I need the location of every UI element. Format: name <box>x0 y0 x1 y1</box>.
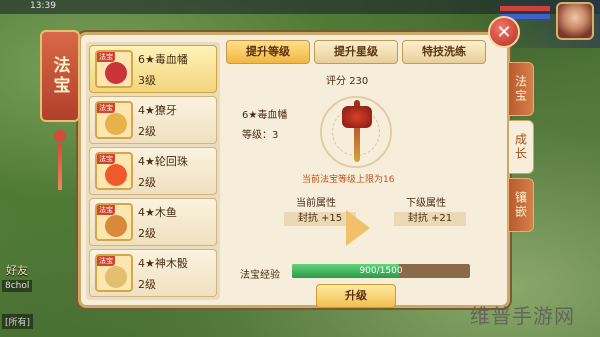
treasure-list: 法宝 6★毒血幡 3级 法宝 4★獠牙 2级 法宝 4★轮回珠 2级 法宝 4★木鱼 2级 法宝 4★神木… <box>86 42 220 300</box>
friends-label[interactable]: 好友 <box>6 262 28 278</box>
treasure-name: 6★毒血幡 <box>242 110 288 121</box>
treasure-shape-icon <box>105 113 127 135</box>
score-value: 230 <box>349 76 369 87</box>
treasure-shape-icon <box>105 62 127 84</box>
left-hud: 好友 8chol [所有] <box>0 258 60 337</box>
watermark-text: 维普手游网 <box>470 304 575 328</box>
side-tab-inlay-label: 镶嵌 <box>513 191 528 219</box>
player-avatar[interactable] <box>556 2 594 40</box>
treasure-tag: 法宝 <box>97 52 115 62</box>
side-tab-growth[interactable]: 成长 <box>508 120 534 174</box>
side-tab-inlay[interactable]: 镶嵌 <box>508 178 534 232</box>
treasure-item-name: 4★獠牙 <box>138 104 177 117</box>
treasure-item-name: 4★木鱼 <box>138 206 177 219</box>
chat-channel[interactable]: 8chol <box>2 280 33 292</box>
next-attr-title: 下级属性 <box>406 198 446 209</box>
close-icon: ✕ <box>496 21 512 43</box>
treasure-item-level: 2级 <box>138 227 156 240</box>
action-tabs: 提升等级 提升星级 特技洗练 <box>226 40 490 64</box>
banner-title: 法宝 <box>49 56 70 96</box>
treasure-tag: 法宝 <box>97 256 115 266</box>
treasure-tag: 法宝 <box>97 103 115 113</box>
exp-text: 900/1500 <box>359 266 403 276</box>
close-button[interactable]: ✕ <box>488 16 520 48</box>
treasure-list-item[interactable]: 法宝 4★神木骰 2级 <box>89 249 217 297</box>
tab-skill-refine[interactable]: 特技洗练 <box>402 40 486 64</box>
treasure-shape-icon <box>105 215 127 237</box>
arrow-right-icon <box>346 210 376 246</box>
score-label: 评分 <box>326 76 346 87</box>
treasure-list-item[interactable]: 法宝 4★木鱼 2级 <box>89 198 217 246</box>
score: 评分 230 <box>326 72 368 87</box>
treasure-item-level: 3级 <box>138 74 156 87</box>
treasure-item-level: 2级 <box>138 176 156 189</box>
status-time: 13:39 <box>30 1 56 11</box>
side-tab-growth-label: 成长 <box>513 133 528 161</box>
banner-head-icon <box>342 106 372 128</box>
chat-channel-2[interactable]: [所有] <box>2 314 34 329</box>
treasure-tag: 法宝 <box>97 205 115 215</box>
treasure-icon: 法宝 <box>95 254 133 292</box>
next-attr-value: 封抗 +21 <box>394 212 466 226</box>
treasure-artwork <box>302 90 412 170</box>
treasure-item-name: 6★毒血幡 <box>138 53 188 66</box>
exp-bar: 900/1500 <box>292 264 470 278</box>
treasure-list-item[interactable]: 法宝 4★獠牙 2级 <box>89 96 217 144</box>
treasure-level: 等级：3 <box>242 130 279 141</box>
tab-level-up[interactable]: 提升等级 <box>226 40 310 64</box>
treasure-item-name: 4★神木骰 <box>138 257 188 270</box>
treasure-item-level: 2级 <box>138 278 156 291</box>
tab-star-up[interactable]: 提升星级 <box>314 40 398 64</box>
treasure-item-name: 4★轮回珠 <box>138 155 188 168</box>
treasure-banner: 法宝 <box>40 30 80 122</box>
treasure-shape-icon <box>105 266 127 288</box>
treasure-shape-icon <box>105 164 127 186</box>
treasure-tag: 法宝 <box>97 154 115 164</box>
level-cap-text: 当前法宝等级上限为16 <box>302 175 395 185</box>
side-tab-treasure-label: 法宝 <box>513 75 528 103</box>
exp-label: 法宝经验 <box>240 270 280 281</box>
tassel-decoration <box>54 122 66 192</box>
treasure-icon: 法宝 <box>95 50 133 88</box>
treasure-icon: 法宝 <box>95 152 133 190</box>
hp-bar <box>500 6 550 11</box>
treasure-icon: 法宝 <box>95 101 133 139</box>
detail-pane: 评分 230 6★毒血幡 等级：3 当前法宝等级上限为16 当前属性 封抗 +1… <box>226 68 494 308</box>
treasure-list-item[interactable]: 法宝 4★轮回珠 2级 <box>89 147 217 195</box>
upgrade-button[interactable]: 升级 <box>316 284 396 308</box>
side-tab-treasure[interactable]: 法宝 <box>508 62 534 116</box>
treasure-icon: 法宝 <box>95 203 133 241</box>
treasure-item-level: 2级 <box>138 125 156 138</box>
current-attr-title: 当前属性 <box>296 198 336 209</box>
treasure-list-item[interactable]: 法宝 6★毒血幡 3级 <box>89 45 217 93</box>
